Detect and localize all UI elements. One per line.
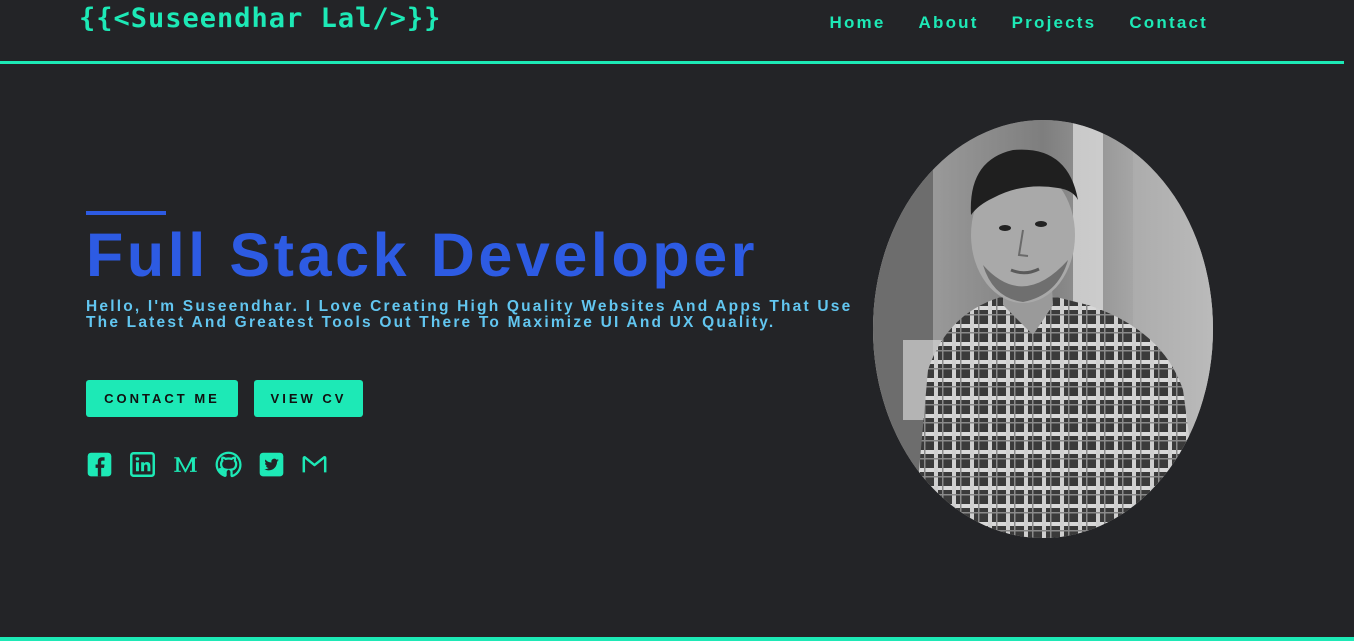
navbar: {{<Suseendhar Lal/>}} Home About Project…: [0, 0, 1344, 64]
nav-link-about[interactable]: About: [919, 13, 979, 33]
view-cv-button[interactable]: VIEW CV: [254, 380, 363, 417]
medium-icon[interactable]: [172, 451, 199, 478]
hero-intro: Hello, I'm Suseendhar. I Love Creating H…: [86, 298, 853, 331]
nav-link-projects[interactable]: Projects: [1012, 13, 1097, 33]
gmail-icon[interactable]: [301, 451, 328, 478]
twitter-icon[interactable]: [258, 451, 285, 478]
hero-title: Full Stack Developer: [86, 221, 759, 289]
page: {{<Suseendhar Lal/>}} Home About Project…: [0, 0, 1354, 641]
profile-photo: [873, 120, 1213, 538]
nav-link-contact[interactable]: Contact: [1129, 13, 1208, 33]
bottom-divider: [0, 637, 1354, 641]
linkedin-icon[interactable]: [129, 451, 156, 478]
social-links: [86, 451, 328, 478]
github-icon[interactable]: [215, 451, 242, 478]
contact-me-button[interactable]: CONTACT ME: [86, 380, 238, 417]
title-accent-bar: [86, 211, 166, 215]
facebook-icon[interactable]: [86, 451, 113, 478]
nav-menu: Home About Projects Contact: [829, 13, 1208, 33]
nav-link-home[interactable]: Home: [829, 13, 885, 33]
site-logo[interactable]: {{<Suseendhar Lal/>}}: [79, 3, 441, 34]
